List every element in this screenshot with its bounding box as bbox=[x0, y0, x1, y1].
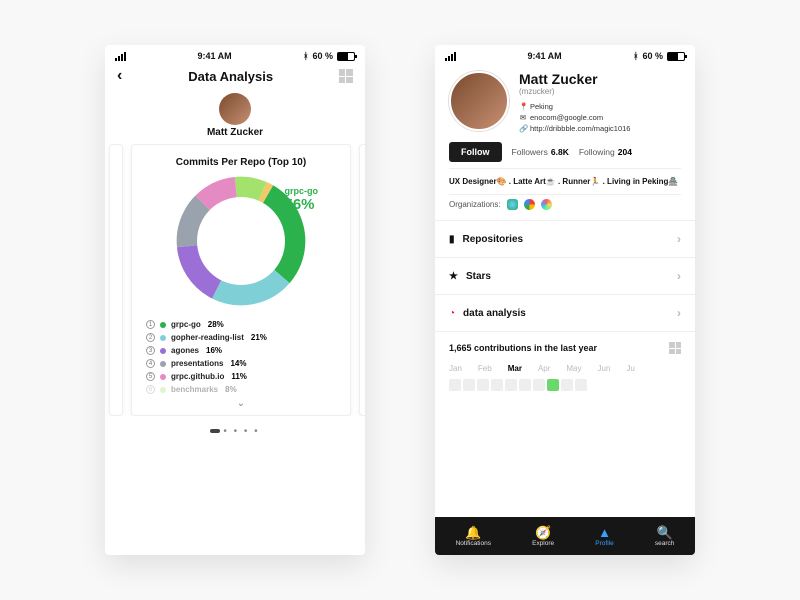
search-icon: 🔍 bbox=[657, 526, 673, 539]
organizations: Organizations: bbox=[435, 195, 695, 220]
person-icon: ▲ bbox=[598, 526, 611, 539]
email[interactable]: enocom@google.com bbox=[530, 113, 603, 122]
screen-data-analysis: 9:41 AM ᚼ 60 % ‹ Data Analysis Matt Zuck… bbox=[105, 45, 365, 555]
nav-data-analysis[interactable]: ◔data analysis › bbox=[435, 294, 695, 331]
battery-icon bbox=[337, 52, 355, 61]
user-name: Matt Zucker bbox=[105, 127, 365, 138]
avatar[interactable] bbox=[219, 93, 251, 125]
chart-legend: 1grpc-go28%2gopher-reading-list21%3agone… bbox=[146, 318, 336, 396]
battery-icon bbox=[667, 52, 685, 61]
follow-stats: Followers6.8K Following204 bbox=[512, 147, 632, 157]
prev-card-peek[interactable] bbox=[109, 144, 123, 416]
profile-handle: (mzucker) bbox=[519, 87, 681, 96]
page-title: Data Analysis bbox=[188, 69, 273, 84]
next-card-peek[interactable] bbox=[359, 144, 365, 416]
tab-notifications[interactable]: 🔔Notifications bbox=[456, 526, 491, 547]
chevron-right-icon: › bbox=[677, 306, 681, 320]
chart-callout: grpc-go 56% bbox=[285, 186, 319, 213]
signal-icon bbox=[445, 52, 456, 61]
location-icon: 📍 bbox=[519, 102, 527, 111]
month-axis: JanFebMarAprMayJunJu bbox=[435, 360, 695, 377]
signal-icon bbox=[115, 52, 126, 61]
grid-view-icon[interactable] bbox=[669, 342, 681, 354]
contributions-title: 1,665 contributions in the last year bbox=[449, 343, 597, 353]
location: Peking bbox=[530, 102, 553, 111]
org-icon[interactable] bbox=[541, 199, 552, 210]
status-battery-pct: 60 % bbox=[642, 51, 663, 61]
status-bar: 9:41 AM ᚼ 60 % bbox=[105, 45, 365, 63]
commits-card: Commits Per Repo (Top 10) grpc-go 56% 1g… bbox=[131, 144, 351, 416]
compass-icon: 🧭 bbox=[535, 526, 551, 539]
bluetooth-icon: ᚼ bbox=[303, 51, 308, 61]
bluetooth-icon: ᚼ bbox=[633, 51, 638, 61]
screen-profile: 9:41 AM ᚼ 60 % Matt Zucker (mzucker) 📍Pe… bbox=[435, 45, 695, 555]
tab-search[interactable]: 🔍search bbox=[655, 526, 675, 547]
star-icon: ★ bbox=[449, 271, 458, 282]
contribution-heatmap bbox=[435, 377, 695, 393]
nav-repositories[interactable]: ▮Repositories › bbox=[435, 220, 695, 257]
link-icon: 🔗 bbox=[519, 124, 527, 133]
status-bar: 9:41 AM ᚼ 60 % bbox=[435, 45, 695, 63]
chevron-right-icon: › bbox=[677, 232, 681, 246]
donut-chart: grpc-go 56% bbox=[176, 176, 306, 306]
status-time: 9:41 AM bbox=[197, 51, 231, 61]
back-button[interactable]: ‹ bbox=[117, 67, 122, 85]
bio: UX Designer🎨 . Latte Art☕ . Runner🏃 . Li… bbox=[435, 169, 695, 194]
chart-icon: ◔ bbox=[449, 308, 455, 319]
page-indicator: • • • • bbox=[105, 426, 365, 437]
nav-bar: ‹ Data Analysis bbox=[105, 63, 365, 87]
status-battery-pct: 60 % bbox=[312, 51, 333, 61]
expand-icon[interactable]: ⌄ bbox=[146, 396, 336, 409]
tab-profile[interactable]: ▲Profile bbox=[595, 526, 613, 547]
org-icon[interactable] bbox=[524, 199, 535, 210]
mail-icon: ✉ bbox=[519, 113, 527, 122]
chevron-right-icon: › bbox=[677, 269, 681, 283]
profile-url[interactable]: http://dribbble.com/magic1016 bbox=[530, 124, 630, 133]
tab-bar: 🔔Notifications 🧭Explore ▲Profile 🔍search bbox=[435, 517, 695, 555]
follow-button[interactable]: Follow bbox=[449, 142, 502, 162]
tab-explore[interactable]: 🧭Explore bbox=[532, 526, 554, 547]
nav-stars[interactable]: ★Stars › bbox=[435, 257, 695, 294]
repo-icon: ▮ bbox=[449, 234, 455, 245]
profile-name: Matt Zucker bbox=[519, 71, 681, 87]
org-icon[interactable] bbox=[507, 199, 518, 210]
status-time: 9:41 AM bbox=[527, 51, 561, 61]
bell-icon: 🔔 bbox=[465, 526, 481, 539]
grid-view-icon[interactable] bbox=[339, 69, 353, 83]
avatar[interactable] bbox=[449, 71, 509, 131]
